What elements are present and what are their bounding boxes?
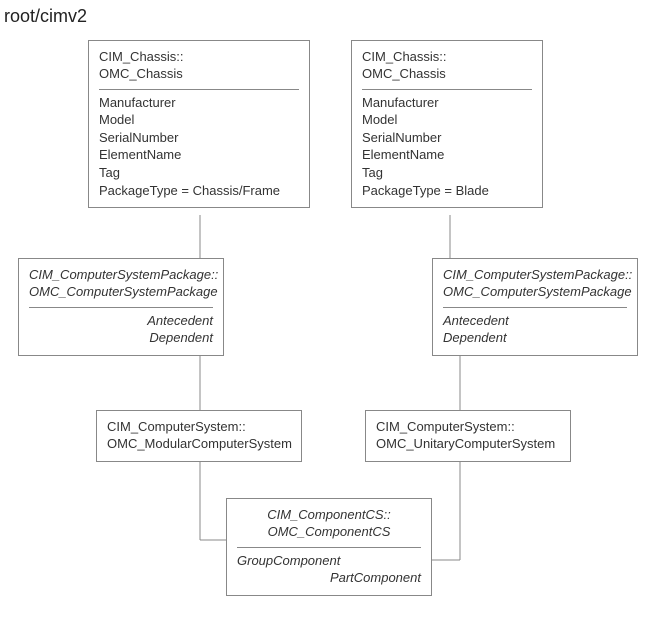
header-line-2: OMC_UnitaryComputerSystem [376, 436, 560, 453]
class-name: CIM_ComputerSystem:: OMC_ModularComputer… [107, 419, 291, 453]
box-componentcs: CIM_ComponentCS:: OMC_ComponentCS GroupC… [226, 498, 432, 596]
role: Dependent [443, 329, 627, 347]
box-cim-chassis-right: CIM_Chassis:: OMC_Chassis Manufacturer M… [351, 40, 543, 208]
attribute: Tag [362, 164, 532, 182]
role: Dependent [29, 329, 213, 347]
header-line-2: OMC_ModularComputerSystem [107, 436, 291, 453]
class-name: CIM_Chassis:: OMC_Chassis [362, 49, 532, 83]
attribute: Tag [99, 164, 299, 182]
class-name: CIM_ComputerSystemPackage:: OMC_Computer… [29, 267, 213, 301]
box-csp-right: CIM_ComputerSystemPackage:: OMC_Computer… [432, 258, 638, 356]
header-line-1: CIM_ComputerSystem:: [107, 419, 291, 436]
header-line-1: CIM_ComputerSystemPackage:: [29, 267, 213, 284]
header-line-1: CIM_ComponentCS:: [237, 507, 421, 524]
attribute: PackageType = Chassis/Frame [99, 182, 299, 200]
role: PartComponent [237, 569, 421, 587]
header-line-1: CIM_ComputerSystem:: [376, 419, 560, 436]
class-name: CIM_ComponentCS:: OMC_ComponentCS [237, 507, 421, 541]
divider [443, 307, 627, 308]
class-name: CIM_ComputerSystem:: OMC_UnitaryComputer… [376, 419, 560, 453]
box-csp-left: CIM_ComputerSystemPackage:: OMC_Computer… [18, 258, 224, 356]
attribute: Manufacturer [99, 94, 299, 112]
attribute: Model [362, 111, 532, 129]
header-line-2: OMC_ComputerSystemPackage [29, 284, 213, 301]
class-name: CIM_Chassis:: OMC_Chassis [99, 49, 299, 83]
header-line-2: OMC_ComputerSystemPackage [443, 284, 627, 301]
attribute: Manufacturer [362, 94, 532, 112]
attribute: ElementName [362, 146, 532, 164]
role: Antecedent [29, 312, 213, 330]
attribute: PackageType = Blade [362, 182, 532, 200]
header-line-1: CIM_ComputerSystemPackage:: [443, 267, 627, 284]
header-line-1: CIM_Chassis:: [362, 49, 532, 66]
divider [29, 307, 213, 308]
header-line-1: CIM_Chassis:: [99, 49, 299, 66]
attribute: ElementName [99, 146, 299, 164]
attribute: SerialNumber [99, 129, 299, 147]
header-line-2: OMC_Chassis [99, 66, 299, 83]
header-line-2: OMC_Chassis [362, 66, 532, 83]
box-cs-left: CIM_ComputerSystem:: OMC_ModularComputer… [96, 410, 302, 462]
attribute: Model [99, 111, 299, 129]
attribute: SerialNumber [362, 129, 532, 147]
diagram-title: root/cimv2 [4, 6, 87, 27]
header-line-2: OMC_ComponentCS [237, 524, 421, 541]
role: GroupComponent [237, 552, 421, 570]
box-cim-chassis-left: CIM_Chassis:: OMC_Chassis Manufacturer M… [88, 40, 310, 208]
divider [99, 89, 299, 90]
divider [362, 89, 532, 90]
role: Antecedent [443, 312, 627, 330]
class-name: CIM_ComputerSystemPackage:: OMC_Computer… [443, 267, 627, 301]
divider [237, 547, 421, 548]
box-cs-right: CIM_ComputerSystem:: OMC_UnitaryComputer… [365, 410, 571, 462]
